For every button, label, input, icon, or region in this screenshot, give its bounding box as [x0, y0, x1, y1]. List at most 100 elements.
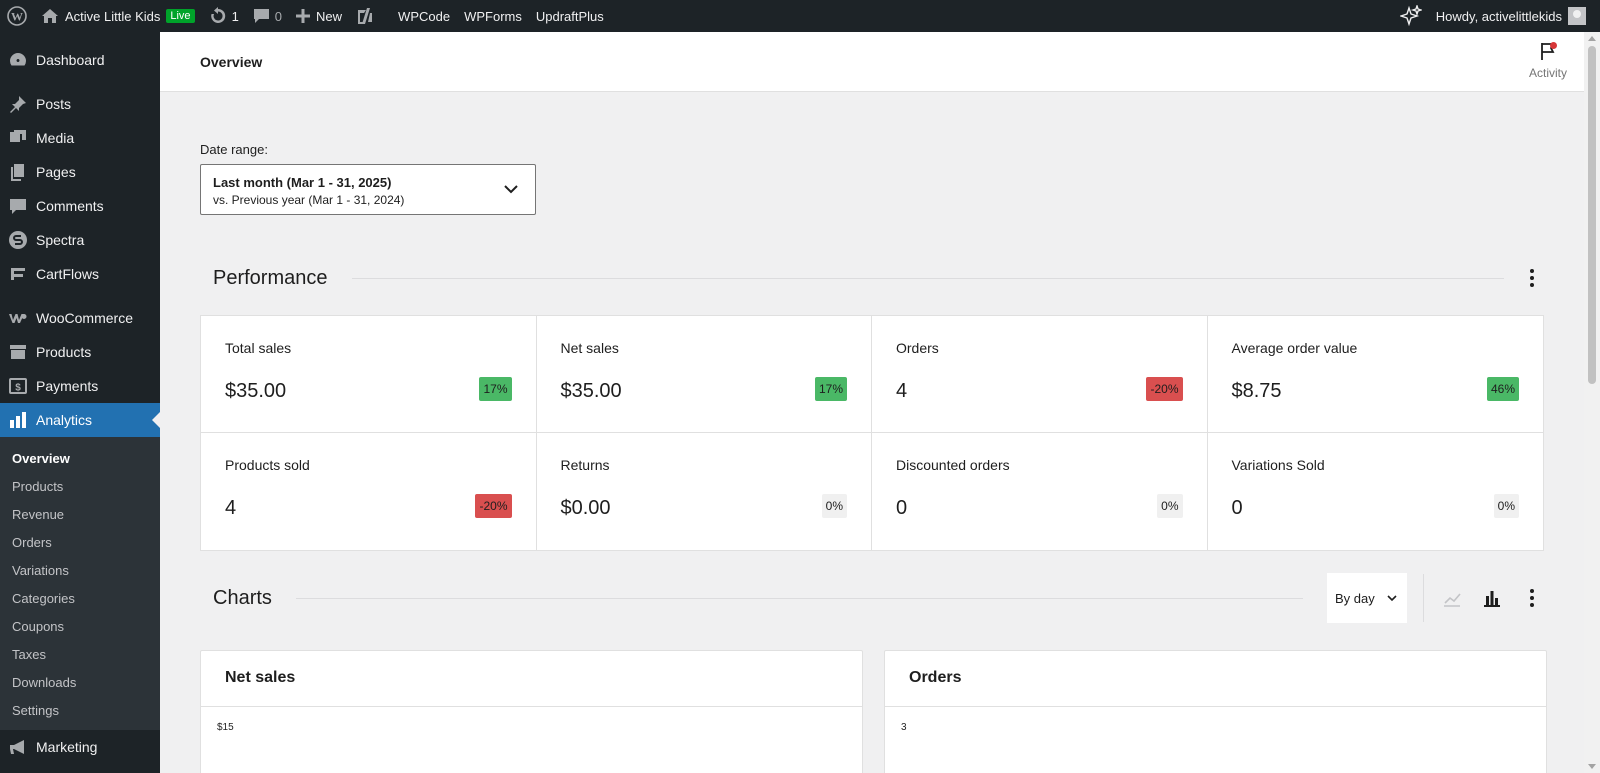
perf-card-average-order-value[interactable]: Average order value $8.75 46% — [1207, 316, 1543, 433]
account-menu[interactable]: Howdy, activelittlekids — [1429, 0, 1600, 32]
performance-more-menu-icon[interactable] — [1520, 266, 1544, 290]
y-axis-tick: $15 — [217, 722, 234, 733]
sidebar-item-label: Comments — [36, 198, 104, 214]
line-chart-toggle-icon[interactable] — [1440, 586, 1464, 610]
charts-more-menu-icon[interactable] — [1520, 586, 1544, 610]
card-label: Net sales — [560, 340, 619, 356]
activity-button[interactable]: Activity — [1520, 40, 1576, 80]
archive-icon — [8, 342, 28, 362]
sidebar-item-label: Posts — [36, 96, 72, 112]
scroll-up-icon[interactable] — [1588, 36, 1596, 41]
avatar — [1568, 7, 1586, 25]
card-delta-badge: 17% — [814, 377, 847, 401]
submenu-item-products[interactable]: Products — [0, 472, 160, 500]
date-range-picker[interactable]: Last month (Mar 1 - 31, 2025) vs. Previo… — [200, 164, 536, 215]
performance-header: Performance — [200, 258, 1544, 298]
scroll-down-icon[interactable] — [1588, 764, 1596, 769]
spectra-icon — [8, 230, 28, 250]
sidebar-item-label: WooCommerce — [36, 310, 133, 326]
activity-label: Activity — [1528, 66, 1567, 80]
page-scrollbar[interactable] — [1584, 32, 1600, 773]
sidebar-item-pages[interactable]: Pages — [0, 155, 160, 189]
card-delta-badge: 0% — [1493, 494, 1519, 518]
date-range-secondary: vs. Previous year (Mar 1 - 31, 2024) — [213, 193, 405, 207]
submenu-item-downloads[interactable]: Downloads — [0, 668, 160, 696]
updates-link[interactable]: 1 — [202, 0, 246, 32]
chart-title: Orders — [885, 651, 1546, 707]
sidebar-item-comments[interactable]: Comments — [0, 189, 160, 223]
performance-grid: Total sales $35.00 17% Net sales $35.00 … — [200, 315, 1544, 551]
bar-chart-toggle-icon[interactable] — [1480, 586, 1504, 610]
pin-icon — [8, 94, 28, 114]
card-value: 0 — [1231, 497, 1243, 519]
submenu-item-orders[interactable]: Orders — [0, 528, 160, 556]
card-value: $8.75 — [1231, 380, 1282, 402]
submenu-item-overview[interactable]: Overview — [0, 444, 160, 472]
submenu-item-categories[interactable]: Categories — [0, 584, 160, 612]
card-delta-badge: 46% — [1486, 377, 1519, 401]
comments-link[interactable]: 0 — [246, 0, 289, 32]
sidebar-item-posts[interactable]: Posts — [0, 87, 160, 121]
plus-icon — [296, 9, 311, 23]
card-delta-badge: -20% — [1146, 377, 1183, 401]
submenu-item-settings[interactable]: Settings — [0, 696, 160, 724]
card-label: Total sales — [225, 340, 292, 356]
perf-card-net-sales[interactable]: Net sales $35.00 17% — [536, 316, 872, 433]
ai-sparkle-button[interactable] — [1393, 0, 1429, 32]
card-delta-badge: 17% — [479, 377, 512, 401]
perf-card-discounted-orders[interactable]: Discounted orders 0 0% — [872, 433, 1208, 550]
yoast-link[interactable] — [349, 0, 381, 32]
sidebar-item-analytics[interactable]: Analytics — [0, 403, 160, 437]
interval-select[interactable]: By day — [1327, 573, 1407, 623]
submenu-item-taxes[interactable]: Taxes — [0, 640, 160, 668]
perf-card-variations-sold[interactable]: Variations Sold 0 0% — [1208, 433, 1544, 550]
admin-bar: W Active Little Kids Live 1 0 New WPCode… — [0, 0, 1600, 32]
site-name-link[interactable]: Active Little Kids Live — [34, 0, 202, 32]
card-label: Products sold — [225, 457, 310, 473]
cartflows-icon — [8, 264, 28, 284]
sidebar-item-marketing[interactable]: Marketing — [0, 730, 160, 764]
scrollbar-thumb[interactable] — [1588, 46, 1596, 384]
card-delta-badge: -20% — [475, 494, 512, 518]
svg-text:W: W — [11, 10, 23, 24]
new-content-link[interactable]: New — [289, 0, 349, 32]
submenu-item-coupons[interactable]: Coupons — [0, 612, 160, 640]
sidebar-item-cartflows[interactable]: CartFlows — [0, 257, 160, 291]
wpforms-link[interactable]: WPForms — [457, 0, 529, 32]
updraftplus-link[interactable]: UpdraftPlus — [529, 0, 611, 32]
perf-card-total-sales[interactable]: Total sales $35.00 17% — [201, 316, 537, 433]
sidebar-item-payments[interactable]: $ Payments — [0, 369, 160, 403]
svg-text:$: $ — [15, 383, 21, 394]
megaphone-icon — [8, 737, 28, 757]
comments-count: 0 — [274, 8, 283, 24]
card-delta-badge: 0% — [821, 494, 847, 518]
sidebar-item-dashboard[interactable]: Dashboard — [0, 43, 160, 77]
sidebar-item-woocommerce[interactable]: WooCommerce — [0, 301, 160, 335]
interval-value: By day — [1335, 590, 1375, 606]
new-label: New — [316, 8, 343, 24]
sidebar-item-label: Analytics — [36, 412, 93, 428]
admin-sidebar: Dashboard Posts Media Pages Comments Spe… — [0, 32, 160, 773]
submenu-item-revenue[interactable]: Revenue — [0, 500, 160, 528]
sidebar-item-label: Spectra — [36, 232, 85, 248]
divider — [1423, 574, 1424, 622]
page-header: Overview Activity — [160, 32, 1584, 92]
yoast-icon — [358, 8, 373, 24]
payments-icon: $ — [8, 376, 28, 396]
live-badge: Live — [166, 9, 195, 23]
perf-card-returns[interactable]: Returns $0.00 0% — [537, 433, 872, 550]
card-label: Returns — [560, 457, 610, 473]
wpcode-link[interactable]: WPCode — [391, 0, 457, 32]
sidebar-item-spectra[interactable]: Spectra — [0, 223, 160, 257]
perf-card-orders[interactable]: Orders 4 -20% — [872, 316, 1208, 433]
sidebar-item-products[interactable]: Products — [0, 335, 160, 369]
comment-icon — [8, 196, 28, 216]
perf-card-products-sold[interactable]: Products sold 4 -20% — [201, 433, 537, 550]
date-range-primary: Last month (Mar 1 - 31, 2025) — [213, 175, 392, 190]
date-range-label: Date range: — [200, 142, 268, 157]
wordpress-logo-icon[interactable]: W — [0, 0, 34, 32]
submenu-item-variations[interactable]: Variations — [0, 556, 160, 584]
sidebar-item-label: Products — [36, 344, 92, 360]
sidebar-item-media[interactable]: Media — [0, 121, 160, 155]
updates-icon — [210, 7, 225, 23]
